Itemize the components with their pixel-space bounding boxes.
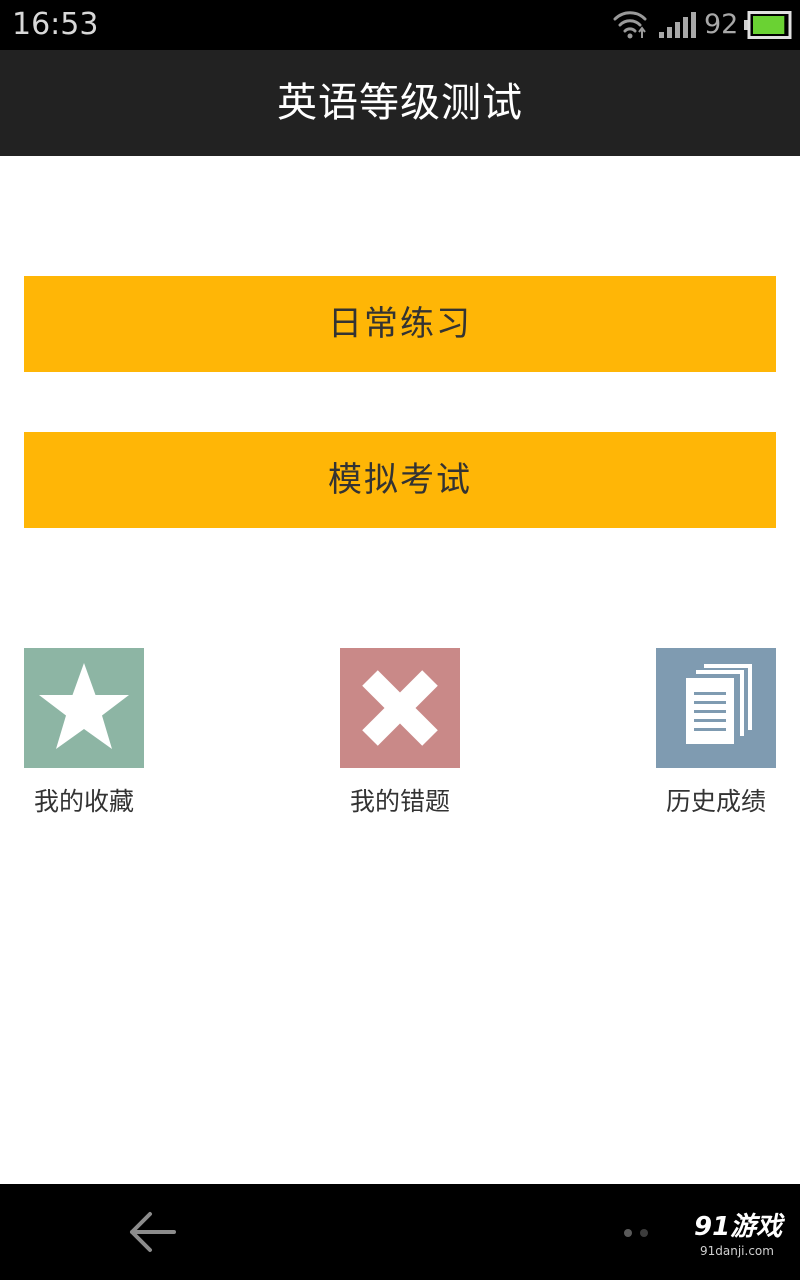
- nav-bar: 91游戏 91danji.com: [0, 1184, 800, 1280]
- title-bar: 英语等级测试: [0, 50, 800, 156]
- watermark-logo: 91游戏 91danji.com: [690, 1212, 790, 1272]
- signal-icon: [659, 12, 696, 38]
- history-scores-label: 历史成绩: [665, 787, 766, 816]
- battery-icon: [744, 11, 792, 39]
- wrong-answers-label: 我的错题: [349, 787, 450, 816]
- wifi-icon: [613, 11, 647, 39]
- documents-icon: [686, 664, 752, 744]
- daily-practice-button[interactable]: 日常练习: [24, 276, 776, 372]
- history-scores-tile[interactable]: 历史成绩: [646, 648, 776, 828]
- back-icon[interactable]: [128, 1210, 176, 1254]
- watermark-domain: 91danji.com: [700, 1244, 774, 1258]
- status-bar: 16:53 92: [0, 0, 800, 50]
- favorites-tile-box[interactable]: [24, 648, 144, 768]
- favorites-label: 我的收藏: [33, 787, 134, 816]
- page-title: 英语等级测试: [277, 80, 523, 126]
- history-scores-tile-box[interactable]: [656, 648, 776, 768]
- wrong-answers-tile[interactable]: 我的错题: [340, 648, 470, 828]
- watermark-brand: 91游戏: [694, 1212, 783, 1242]
- page-dots-icon: [624, 1229, 648, 1237]
- battery-level-text: 92: [704, 9, 739, 40]
- mock-exam-button[interactable]: 模拟考试: [24, 432, 776, 528]
- favorites-tile[interactable]: 我的收藏: [24, 648, 154, 828]
- star-icon: [39, 663, 129, 749]
- cross-icon: [362, 670, 438, 746]
- status-time: 16:53: [12, 7, 99, 42]
- wrong-answers-tile-box[interactable]: [340, 648, 460, 768]
